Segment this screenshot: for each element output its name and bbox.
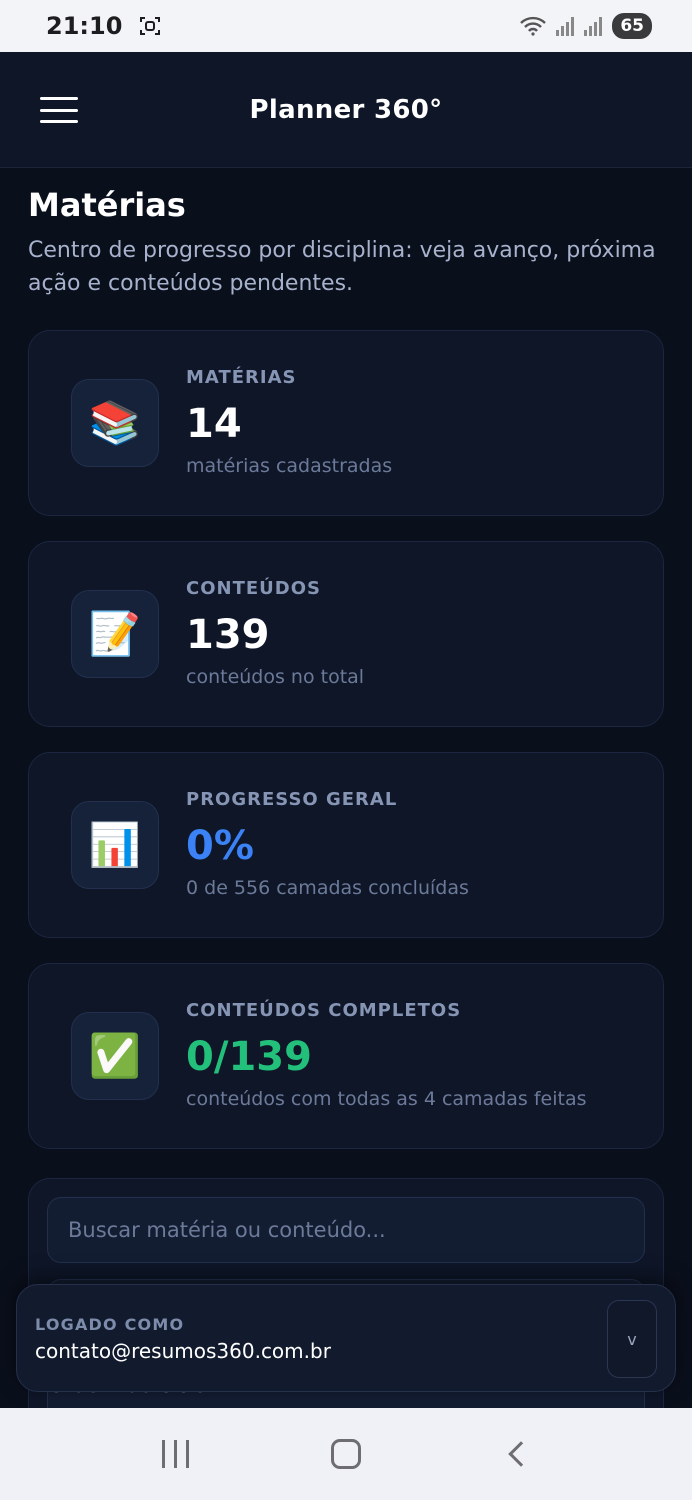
main-content[interactable]: Matérias Centro de progresso por discipl…	[0, 168, 692, 1408]
stat-value: 0/139	[186, 1034, 312, 1080]
status-right: 65	[520, 13, 652, 39]
page-subtitle: Centro de progresso por disciplina: veja…	[28, 238, 656, 296]
status-time: 21:10	[46, 12, 123, 40]
app-header: Planner 360°	[0, 52, 692, 168]
logged-as-label: LOGADO COMO	[35, 1315, 185, 1334]
stat-value: 0%	[186, 823, 254, 869]
check-mark-icon: ✅	[71, 1012, 159, 1100]
stat-value: 14	[186, 401, 242, 447]
stat-card-progresso: 📊 PROGRESSO GERAL 0% 0 de 556 camadas co…	[28, 752, 664, 938]
back-icon	[507, 1441, 534, 1467]
back-button[interactable]	[487, 1424, 547, 1484]
bar-chart-icon: 📊	[71, 801, 159, 889]
signal-icon	[584, 16, 603, 36]
recents-button[interactable]	[145, 1424, 205, 1484]
stat-card-materias: 📚 MATÉRIAS 14 matérias cadastradas	[28, 330, 664, 516]
app-title: Planner 360°	[249, 94, 443, 125]
stat-description: matérias cadastradas	[186, 455, 393, 477]
logged-user-bar: LOGADO COMO contato@resumos360.com.br v	[16, 1284, 676, 1392]
stat-label: MATÉRIAS	[186, 367, 297, 388]
battery-icon: 65	[612, 13, 652, 39]
status-left: 21:10	[46, 12, 162, 40]
memo-icon: 📝	[71, 590, 159, 678]
stat-card-conteudos: 📝 CONTEÚDOS 139 conteúdos no total	[28, 541, 664, 727]
stat-card-completos: ✅ CONTEÚDOS COMPLETOS 0/139 conteúdos co…	[28, 963, 664, 1149]
wifi-icon	[520, 16, 547, 36]
home-button[interactable]	[316, 1424, 376, 1484]
stat-value: 139	[186, 612, 270, 658]
signal-icon	[556, 16, 575, 36]
user-menu-toggle-button[interactable]: v	[607, 1300, 657, 1378]
stat-label: CONTEÚDOS	[186, 578, 321, 599]
recents-icon	[161, 1440, 189, 1468]
stat-label: PROGRESSO GERAL	[186, 789, 398, 810]
screenshot-icon	[140, 17, 161, 35]
stat-description: 0 de 556 camadas concluídas	[186, 877, 469, 899]
stat-label: CONTEÚDOS COMPLETOS	[186, 1000, 462, 1021]
menu-icon[interactable]	[40, 97, 78, 123]
system-nav-bar	[0, 1408, 692, 1500]
stat-description: conteúdos no total	[186, 666, 365, 688]
stat-description: conteúdos com todas as 4 camadas feitas	[186, 1088, 587, 1110]
books-icon: 📚	[71, 379, 159, 467]
status-bar: 21:10 65	[0, 0, 692, 52]
search-input[interactable]	[47, 1197, 645, 1263]
home-icon	[330, 1439, 361, 1469]
user-email: contato@resumos360.com.br	[35, 1339, 331, 1363]
page-title: Matérias	[28, 186, 186, 224]
